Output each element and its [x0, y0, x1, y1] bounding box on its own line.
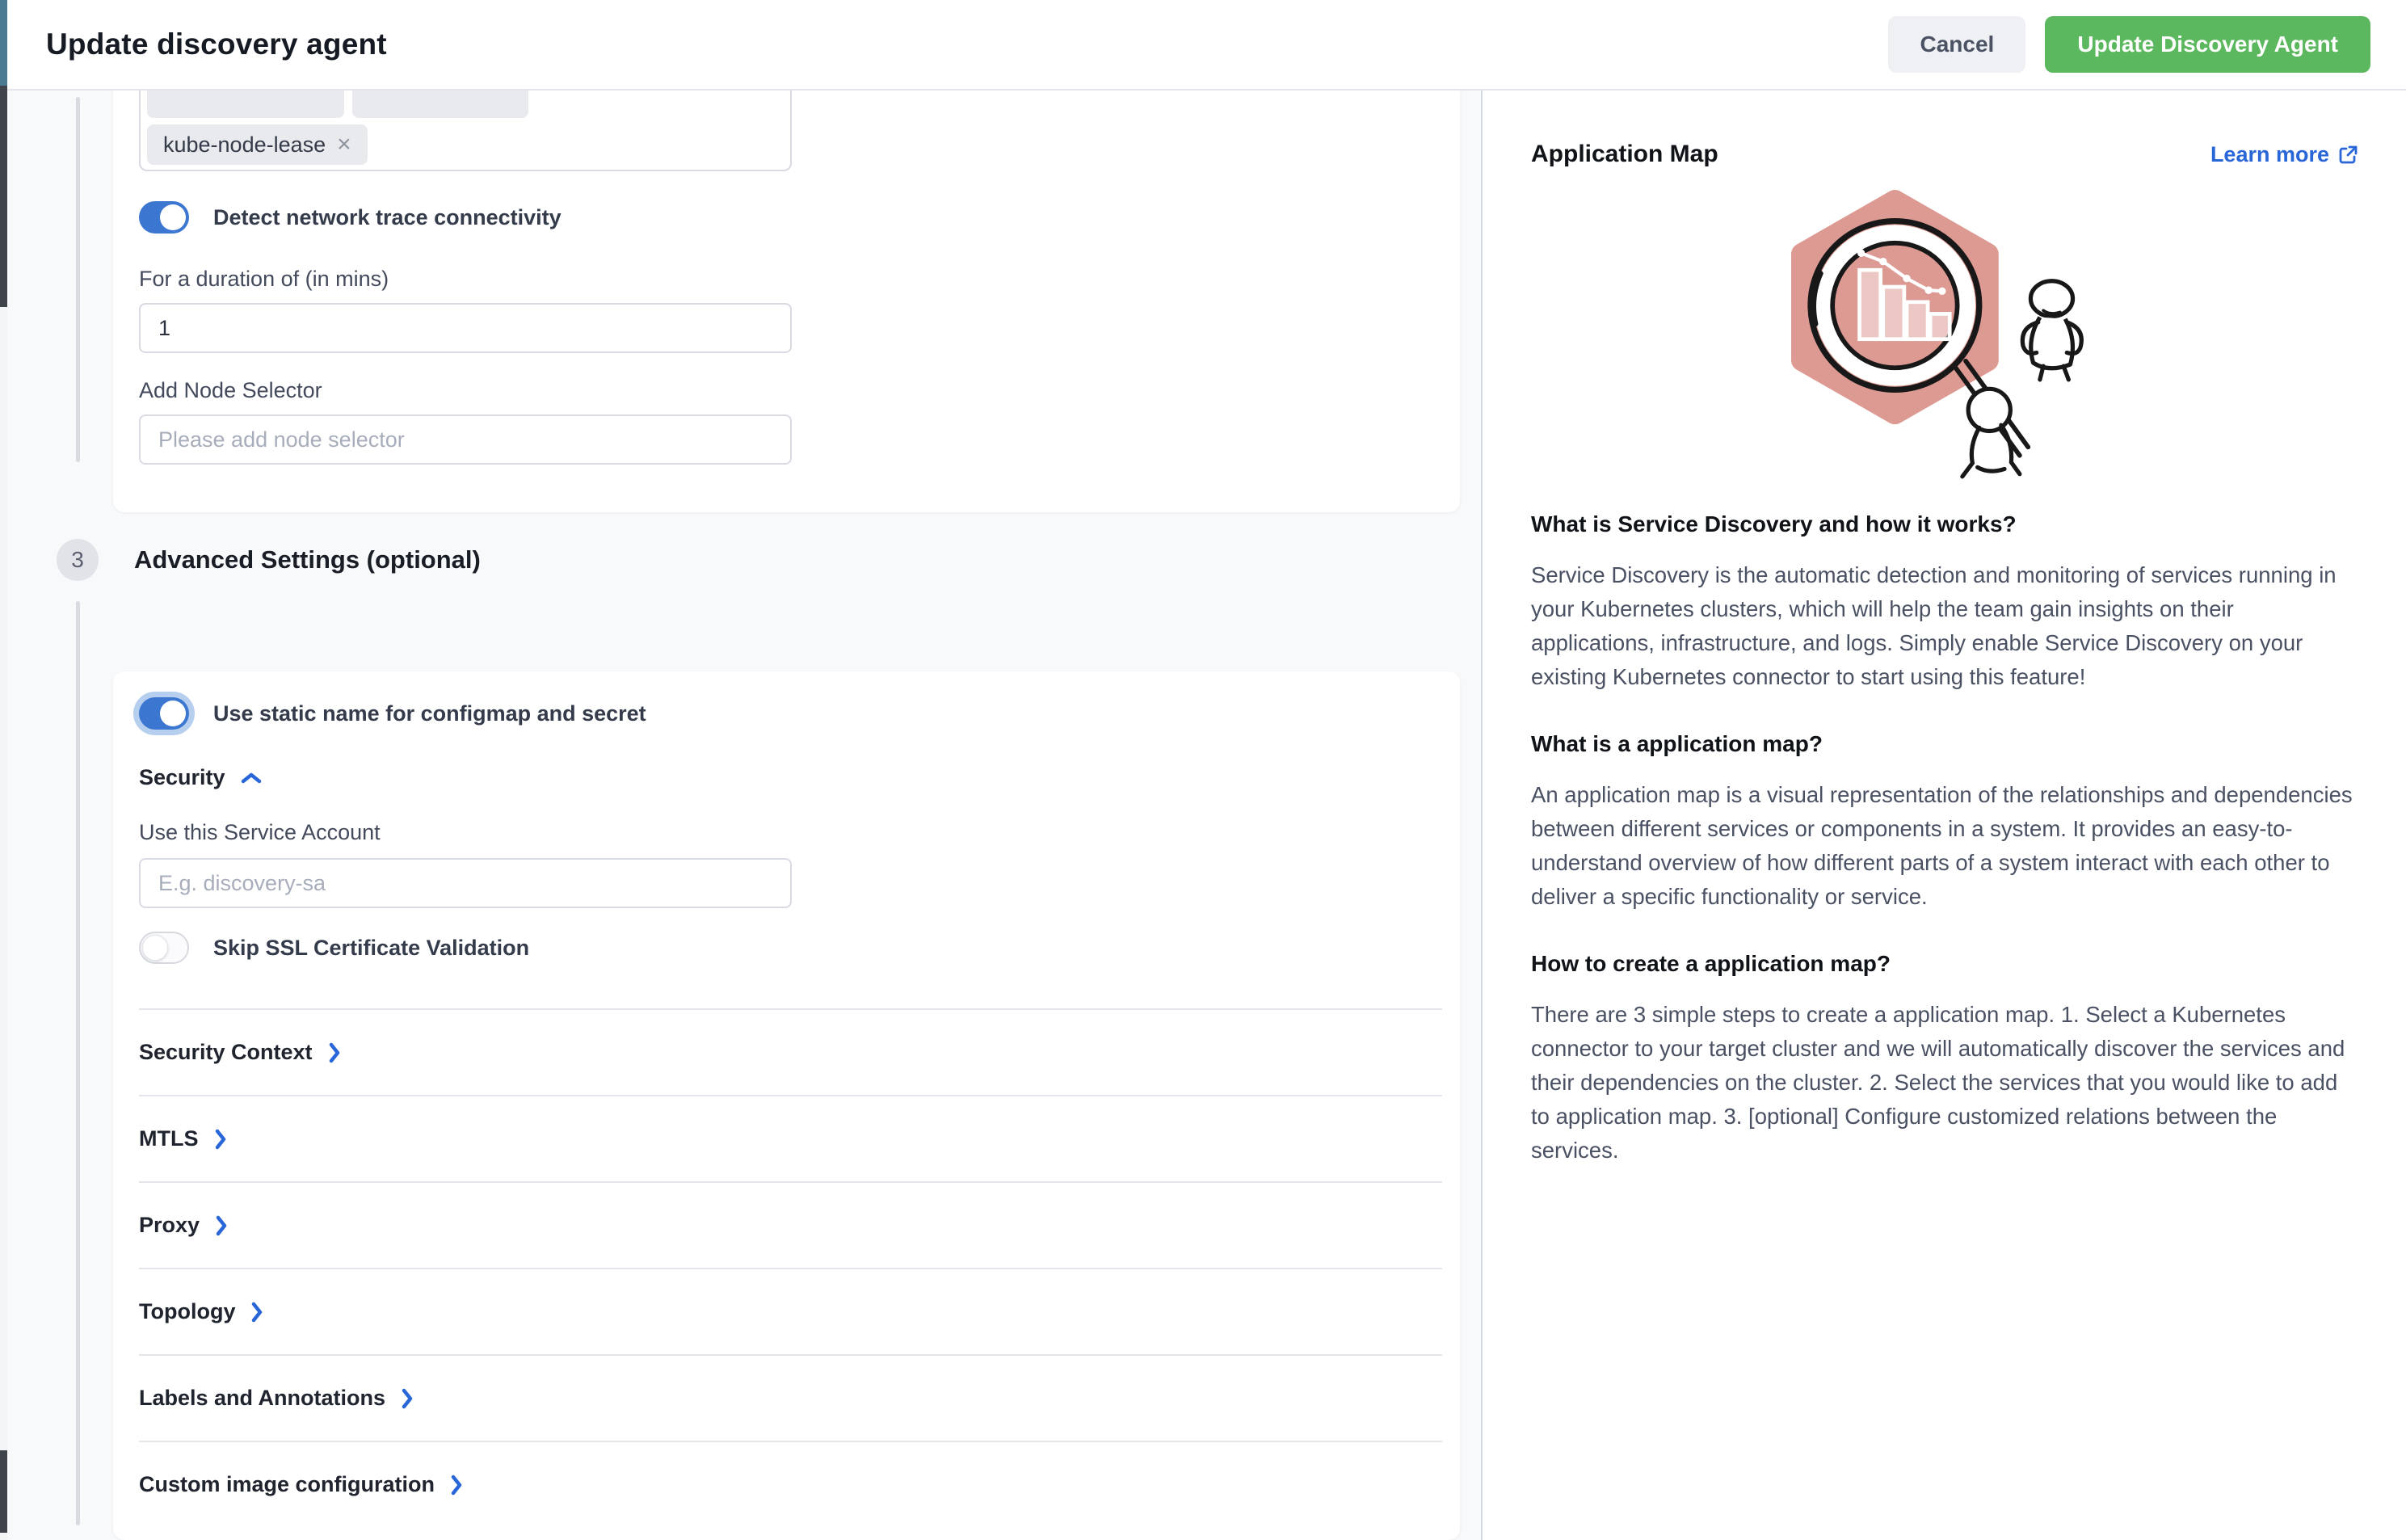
section-security-context[interactable]: Security Context [139, 1008, 1442, 1095]
qa-heading: What is a application map? [1531, 731, 2359, 757]
background-app-header-strip [0, 0, 7, 86]
section-label: Labels and Annotations [139, 1386, 385, 1411]
qa-section: How to create a application map? There a… [1531, 951, 2359, 1168]
qa-heading: How to create a application map? [1531, 951, 2359, 977]
tag-label: kube-node-lease [163, 133, 326, 158]
security-section-header[interactable]: Security [139, 765, 263, 790]
chevron-right-icon [213, 1128, 228, 1151]
chevron-right-icon [250, 1301, 264, 1323]
section-label: Proxy [139, 1213, 200, 1238]
chevron-right-icon [327, 1041, 342, 1064]
skip-ssl-toggle-row: Skip SSL Certificate Validation [139, 932, 529, 964]
detect-network-toggle-label: Detect network trace connectivity [213, 205, 562, 230]
toggle-knob [160, 701, 186, 726]
external-link-icon [2337, 144, 2359, 166]
step-connector-line [76, 601, 80, 1525]
step-3-row: 3 Advanced Settings (optional) [57, 539, 481, 581]
node-selector-label: Add Node Selector [139, 378, 322, 403]
service-account-label: Use this Service Account [139, 820, 381, 845]
chevron-right-icon [214, 1214, 229, 1237]
remove-tag-icon[interactable]: × [337, 133, 351, 157]
chevron-right-icon [400, 1387, 414, 1410]
duration-label: For a duration of (in mins) [139, 267, 389, 292]
detect-network-toggle-row: Detect network trace connectivity [139, 201, 562, 234]
background-app-edge [0, 0, 7, 1540]
application-map-illustration [1776, 189, 2115, 484]
learn-more-link[interactable]: Learn more [2210, 142, 2359, 167]
service-account-input[interactable] [139, 858, 792, 908]
advanced-settings-card: Use static name for configmap and secret… [113, 671, 1460, 1540]
qa-section: What is Service Discovery and how it wor… [1531, 511, 2359, 694]
static-name-toggle[interactable] [139, 697, 189, 730]
duration-input[interactable] [139, 303, 792, 353]
skip-ssl-toggle[interactable] [139, 932, 189, 964]
step-connector-line [76, 97, 80, 462]
qa-body: Service Discovery is the automatic detec… [1531, 558, 2359, 694]
qa-body: There are 3 simple steps to create a app… [1531, 998, 2359, 1168]
qa-heading: What is Service Discovery and how it wor… [1531, 511, 2359, 537]
step-indicator: 3 [57, 539, 99, 581]
section-custom-image[interactable]: Custom image configuration [139, 1441, 1442, 1527]
header-actions: Cancel Update Discovery Agent [1888, 16, 2370, 73]
application-map-title: Application Map [1531, 141, 1718, 168]
application-map-header: Application Map Learn more [1531, 141, 2359, 168]
form-panel: kube-node-lease × Detect network trace c… [7, 90, 1481, 1540]
toggle-knob [160, 204, 186, 230]
page-title: Update discovery agent [46, 27, 387, 61]
section-mtls[interactable]: MTLS [139, 1095, 1442, 1181]
security-section-label: Security [139, 765, 225, 790]
discovery-settings-card: kube-node-lease × Detect network trace c… [113, 90, 1460, 512]
update-discovery-agent-screen: Update discovery agent Cancel Update Dis… [0, 0, 2406, 1540]
toggle-knob [142, 935, 168, 961]
namespace-tags-input[interactable]: kube-node-lease × [139, 90, 792, 171]
node-selector-input[interactable] [139, 414, 792, 465]
tag-chip-partial[interactable] [147, 90, 344, 118]
section-topology[interactable]: Topology [139, 1268, 1442, 1354]
section-label: Security Context [139, 1040, 313, 1065]
tag-chip-partial[interactable] [352, 90, 528, 118]
qa-body: An application map is a visual represent… [1531, 778, 2359, 914]
chevron-right-icon [449, 1474, 464, 1496]
qa-section: What is a application map? An applicatio… [1531, 731, 2359, 914]
detect-network-toggle[interactable] [139, 201, 189, 234]
chevron-up-icon [240, 771, 263, 785]
step-title: Advanced Settings (optional) [134, 545, 481, 574]
static-name-toggle-label: Use static name for configmap and secret [213, 701, 646, 726]
section-label: MTLS [139, 1126, 199, 1151]
update-discovery-agent-button[interactable]: Update Discovery Agent [2045, 16, 2370, 73]
learn-more-label: Learn more [2210, 142, 2329, 167]
skip-ssl-toggle-label: Skip SSL Certificate Validation [213, 936, 529, 961]
cancel-button[interactable]: Cancel [1888, 16, 2025, 73]
static-name-toggle-row: Use static name for configmap and secret [139, 697, 646, 730]
section-proxy[interactable]: Proxy [139, 1181, 1442, 1268]
background-sidebar-strip-top [0, 86, 7, 307]
tag-chip: kube-node-lease × [147, 124, 368, 165]
section-label: Topology [139, 1299, 235, 1324]
header: Update discovery agent Cancel Update Dis… [7, 0, 2406, 90]
background-sidebar-strip-bottom [0, 1450, 7, 1533]
section-label: Custom image configuration [139, 1472, 435, 1497]
application-map-panel: Application Map Learn more [1481, 90, 2406, 1540]
advanced-accordion: Security Context MTLS Proxy [139, 1008, 1442, 1527]
section-labels-annotations[interactable]: Labels and Annotations [139, 1354, 1442, 1441]
